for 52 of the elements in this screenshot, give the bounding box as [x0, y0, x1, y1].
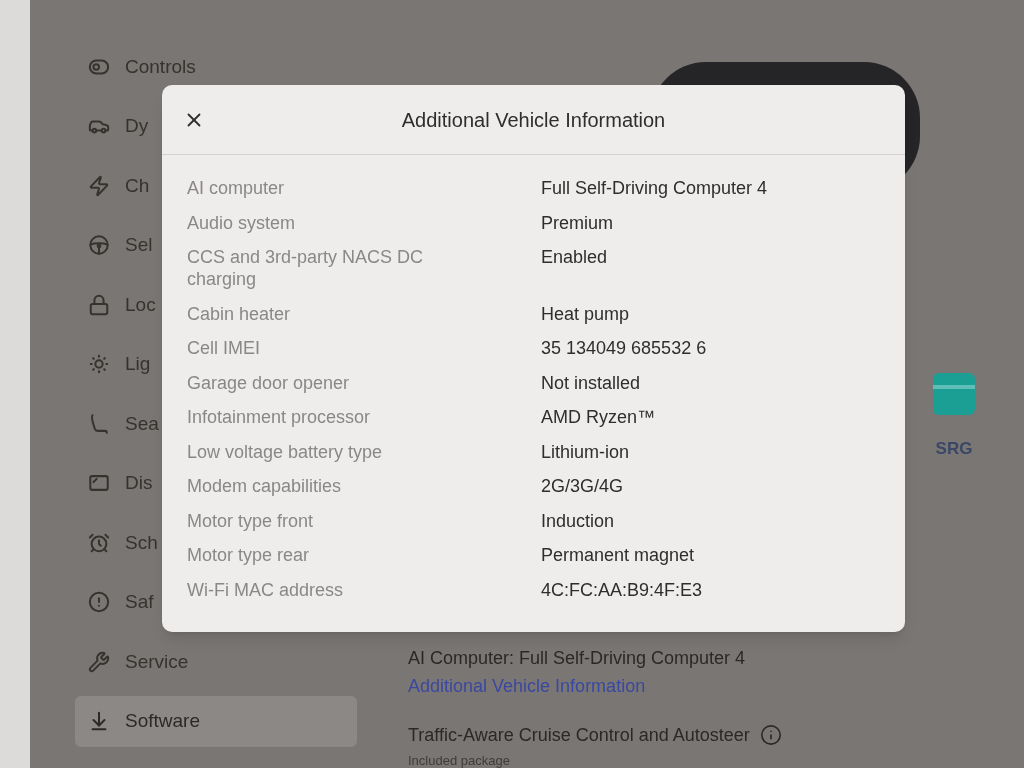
display-icon — [88, 472, 110, 494]
info-value: Premium — [541, 211, 614, 234]
info-label: Modem capabilities — [187, 475, 343, 497]
info-value: 4C:FC:AA:B9:4F:E3 — [541, 578, 704, 601]
sidebar-item[interactable]: Lig — [88, 352, 151, 376]
info-value: AMD Ryzen™ — [541, 406, 657, 428]
info-label: Wi-Fi MAC address — [187, 578, 344, 601]
info-value: Permanent magnet — [541, 544, 696, 566]
sidebar-item[interactable]: Service — [88, 649, 189, 674]
info-label: AI computer — [187, 177, 286, 199]
info-value: Lithium-ion — [541, 440, 631, 463]
dialog-title: Additional Vehicle Information — [401, 107, 666, 132]
info-value: Heat pump — [541, 302, 631, 325]
sidebar-item[interactable]: Controls — [88, 54, 196, 79]
sidebar-item[interactable]: Software — [75, 695, 357, 747]
lightning-icon — [88, 174, 110, 197]
info-value: Enabled — [541, 246, 609, 269]
sidebar-item[interactable]: Loc — [88, 292, 156, 317]
wrench-icon — [88, 650, 110, 673]
sun-icon — [88, 353, 110, 375]
info-label: Low voltage battery type — [187, 440, 384, 463]
sidebar-item[interactable]: Saf — [88, 590, 154, 614]
sidebar-item[interactable]: Sch — [88, 530, 158, 555]
info-label: Garage door opener — [187, 371, 351, 394]
info-label: Audio system — [187, 211, 297, 234]
alarm-clock-icon — [88, 531, 110, 554]
info-label: Infotainment processor — [187, 406, 372, 428]
info-value: Not installed — [541, 371, 642, 394]
sidebar-item[interactable]: Dis — [88, 471, 153, 495]
sidebar-item[interactable]: Sea — [88, 411, 159, 436]
info-value: Full Self-Driving Computer 4 — [541, 177, 769, 199]
info-label: Cell IMEI — [187, 337, 261, 359]
info-label: CCS and 3rd-party NACS DC charging — [187, 246, 425, 290]
info-value: Induction — [541, 509, 616, 532]
seat-icon — [88, 412, 110, 435]
sidebar-item[interactable]: Sel — [88, 233, 153, 257]
info-value: 2G/3G/4G — [541, 475, 625, 497]
ai-computer-text: AI Computer: Full Self-Driving Computer 4 — [408, 647, 746, 669]
lock-icon — [88, 293, 110, 316]
alert-icon — [88, 591, 110, 613]
info-value: 35 134049 685532 6 — [541, 337, 708, 359]
shortcut-label: SRG — [935, 439, 973, 459]
feature-subtitle: Included package — [408, 754, 510, 768]
info-label: Cabin heater — [187, 302, 292, 325]
info-label: Motor type front — [187, 509, 315, 532]
info-label: Motor type rear — [187, 544, 311, 566]
info-icon[interactable] — [759, 724, 782, 746]
sidebar-item[interactable]: Dy — [88, 114, 149, 138]
info-link[interactable]: Additional Vehicle Information — [408, 675, 646, 697]
feature-title: Traffic-Aware Cruise Control and Autosteer — [408, 724, 750, 746]
sidebar-item[interactable]: Ch — [88, 173, 150, 198]
steering-wheel-icon — [88, 234, 110, 256]
